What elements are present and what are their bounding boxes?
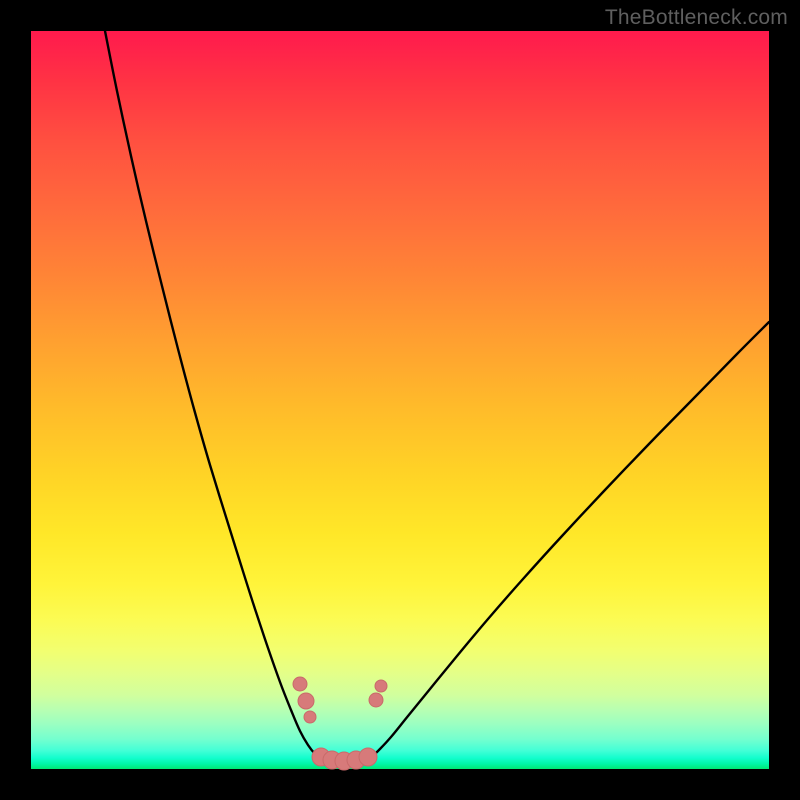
left-curve (105, 31, 321, 759)
marker-dot (375, 680, 387, 692)
chart-frame: TheBottleneck.com (0, 0, 800, 800)
chart-svg (31, 31, 769, 769)
marker-dot (359, 748, 377, 766)
marker-dot (293, 677, 307, 691)
markers-group (293, 677, 387, 770)
marker-dot (298, 693, 314, 709)
marker-dot (304, 711, 316, 723)
watermark-text: TheBottleneck.com (605, 6, 788, 30)
right-curve (369, 322, 769, 759)
marker-dot (369, 693, 383, 707)
